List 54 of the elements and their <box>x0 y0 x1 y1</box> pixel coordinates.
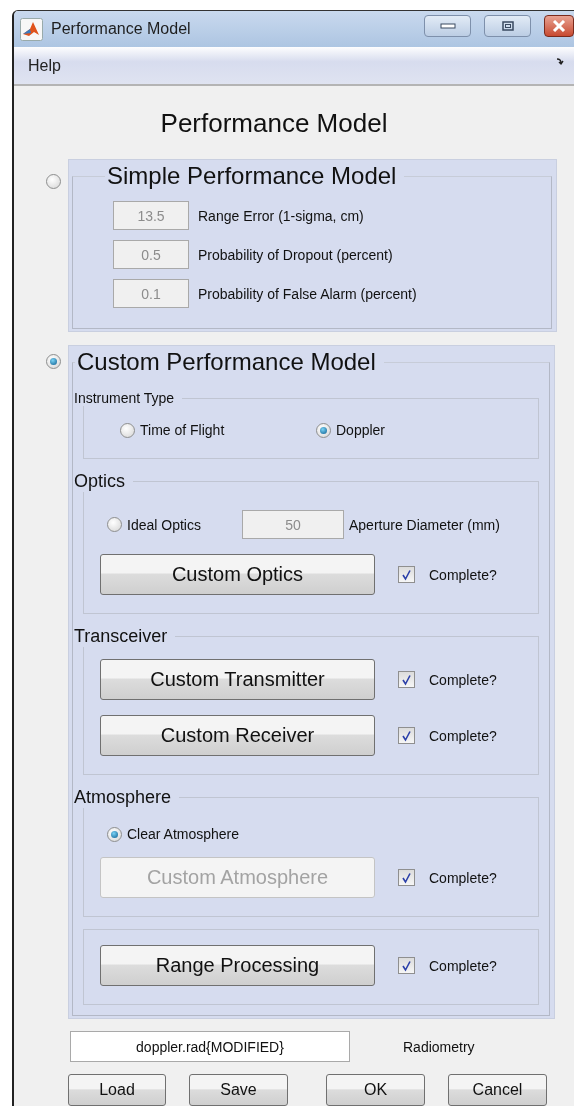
dialog-button[interactable]: Cancel <box>448 1074 547 1106</box>
file-name-field[interactable]: doppler.rad{MODIFIED} <box>70 1031 350 1062</box>
check-mark-icon <box>401 568 412 581</box>
checkbox[interactable] <box>398 566 415 583</box>
dialog-button[interactable]: Save <box>189 1074 288 1106</box>
close-button[interactable] <box>544 15 574 37</box>
section-title: Transceiver <box>73 626 169 647</box>
radio-label: Ideal Optics <box>127 516 202 533</box>
dialog-button[interactable]: Load <box>68 1074 166 1106</box>
field-label: Aperture Diameter (mm) <box>349 516 500 533</box>
check-mark-icon <box>401 729 412 742</box>
radio-button[interactable] <box>46 174 61 189</box>
panel-title: Custom Performance Model <box>76 348 377 376</box>
checkbox-label: Complete? <box>429 566 497 583</box>
window-title: Performance Model <box>51 20 192 38</box>
app-logo-icon <box>20 17 43 41</box>
close-icon <box>552 20 566 32</box>
radio-label: Clear Atmosphere <box>127 826 240 842</box>
maximize-button[interactable] <box>484 15 531 37</box>
check-mark-icon <box>401 871 412 884</box>
radio-label: Doppler <box>336 422 386 438</box>
radio-button[interactable] <box>107 826 122 842</box>
checkbox-label: Complete? <box>429 671 497 688</box>
minimize-icon <box>439 23 456 29</box>
section-title: Instrument Type <box>73 390 176 406</box>
menu-item[interactable]: Help <box>28 56 556 75</box>
checkbox-label: Complete? <box>429 869 497 886</box>
checkbox-label: Complete? <box>429 957 497 974</box>
radio-button[interactable] <box>46 354 61 369</box>
dialog-heading: Performance Model <box>159 108 389 139</box>
section-title: Optics <box>73 471 126 492</box>
checkbox-label: Complete? <box>429 727 497 744</box>
file-type-label: Radiometry <box>403 1038 475 1055</box>
radio-button[interactable] <box>120 422 135 438</box>
checkbox[interactable] <box>398 957 415 974</box>
maximize-icon <box>501 21 514 31</box>
radio-button[interactable] <box>316 422 331 438</box>
checkbox[interactable] <box>398 671 415 688</box>
action-button[interactable]: Custom Receiver <box>100 715 375 756</box>
check-mark-icon <box>401 673 412 686</box>
minimize-button[interactable] <box>424 15 471 37</box>
section-title: Atmosphere <box>73 787 173 808</box>
checkbox[interactable] <box>398 727 415 744</box>
field-label: Probability of Dropout (percent) <box>198 246 393 263</box>
toolbar-arrow-icon[interactable] <box>556 57 564 66</box>
radio-label: Time of Flight <box>140 422 225 438</box>
action-button[interactable]: Custom Optics <box>100 554 375 595</box>
dialog-button[interactable]: OK <box>326 1074 425 1106</box>
action-button[interactable]: Custom Transmitter <box>100 659 375 700</box>
check-mark-icon <box>401 959 412 972</box>
action-button[interactable]: Range Processing <box>100 945 375 986</box>
field-label: Range Error (1-sigma, cm) <box>198 207 364 224</box>
field-label: Probability of False Alarm (percent) <box>198 285 417 302</box>
panel-title: Simple Performance Model <box>106 162 398 190</box>
